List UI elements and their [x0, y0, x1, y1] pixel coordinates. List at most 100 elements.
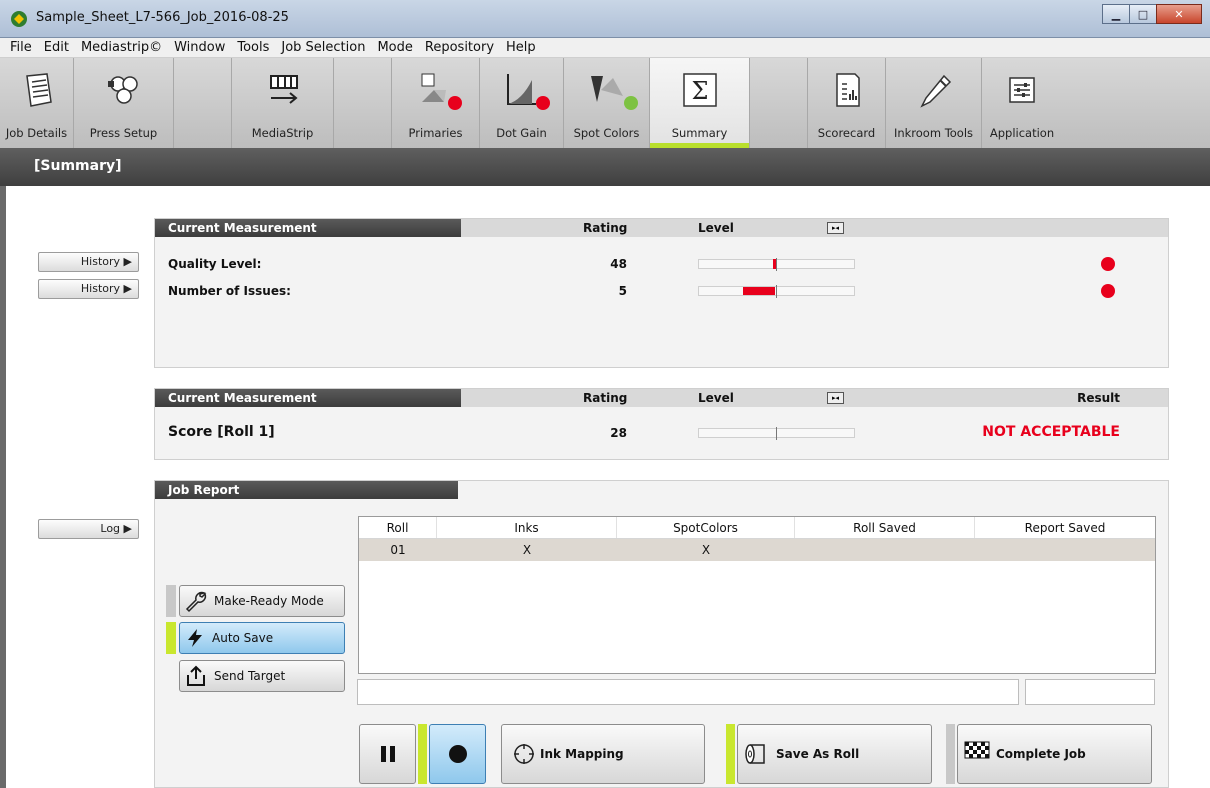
history-button-quality[interactable]: History ▶	[38, 252, 139, 272]
toolbar-inkroom-tools[interactable]: Inkroom Tools	[886, 58, 982, 148]
score-value: 28	[610, 426, 627, 440]
menu-repository[interactable]: Repository	[419, 40, 500, 55]
primaries-status-dot	[448, 96, 462, 110]
rating-header: Rating	[583, 221, 628, 235]
wrench-icon	[185, 591, 207, 613]
toolbar-dot-gain[interactable]: Dot Gain	[480, 58, 564, 148]
job-report-header: Job Report	[155, 481, 458, 499]
quality-level-meter	[698, 258, 855, 271]
table-header: Roll Inks SpotColors Roll Saved Report S…	[359, 517, 1155, 539]
press-rollers-icon	[107, 76, 138, 104]
minimize-button[interactable]: ▁	[1102, 4, 1130, 24]
left-border	[0, 186, 6, 788]
column-spotcolors[interactable]: SpotColors	[617, 517, 795, 538]
toolbar-spacer-2	[334, 58, 392, 148]
column-inks[interactable]: Inks	[437, 517, 617, 538]
menu-job-selection[interactable]: Job Selection	[275, 40, 371, 55]
complete-job-button[interactable]: Complete Job	[957, 724, 1152, 784]
record-icon	[448, 745, 467, 763]
menu-tools[interactable]: Tools	[231, 40, 275, 55]
mode-indicator-stripe	[166, 585, 176, 617]
level-header: Level	[698, 391, 734, 405]
level-header: Level	[698, 221, 734, 235]
toolbar-summary[interactable]: Σ Summary	[650, 58, 750, 148]
toolbar-scorecard[interactable]: Scorecard	[808, 58, 886, 148]
svg-text:Σ: Σ	[691, 77, 708, 105]
score-meter	[698, 427, 855, 440]
menu-mediastrip[interactable]: Mediastrip©	[75, 40, 168, 55]
dot-gain-status-dot	[536, 96, 550, 110]
current-measurement-panel: Current Measurement Rating Level ▸◂ Qual…	[154, 218, 1169, 368]
result-status: NOT ACCEPTABLE	[982, 424, 1120, 440]
ink-mapping-button[interactable]: Ink Mapping	[501, 724, 705, 784]
maximize-button[interactable]: □	[1129, 4, 1157, 24]
record-indicator-stripe	[418, 724, 427, 784]
section-title: [Summary]	[0, 148, 1210, 186]
toolbar: Job Details Press Setup MediaStrip Prima…	[0, 58, 1210, 148]
settings-sliders-icon	[1009, 77, 1035, 103]
menu-mode[interactable]: Mode	[371, 40, 418, 55]
scorecard-icon	[835, 73, 860, 107]
rating-header: Rating	[583, 391, 628, 405]
document-icon	[25, 73, 52, 107]
lightning-icon	[188, 629, 202, 647]
upload-icon	[187, 665, 205, 686]
score-panel: Current Measurement Rating Level ▸◂ Resu…	[154, 388, 1169, 460]
table-row[interactable]: 01 X X	[359, 539, 1155, 561]
score-label: Score [Roll 1]	[168, 424, 275, 440]
make-ready-mode-button[interactable]: Make-Ready Mode	[179, 585, 345, 617]
close-button[interactable]: ✕	[1156, 4, 1202, 24]
paper-roll-icon	[745, 744, 765, 764]
status-field-secondary	[1025, 679, 1155, 705]
log-button[interactable]: Log ▶	[38, 519, 139, 539]
score-row: Score [Roll 1] 28 NOT ACCEPTABLE	[155, 423, 1168, 443]
column-report-saved[interactable]: Report Saved	[975, 517, 1155, 538]
toolbar-spot-colors[interactable]: Spot Colors	[564, 58, 650, 148]
collapse-toggle-icon[interactable]: ▸◂	[827, 222, 844, 234]
job-report-table: Roll Inks SpotColors Roll Saved Report S…	[358, 516, 1156, 674]
menu-help[interactable]: Help	[500, 40, 542, 55]
toolbar-application[interactable]: Application	[982, 58, 1062, 148]
status-field	[357, 679, 1019, 705]
quality-status-dot	[1101, 257, 1115, 271]
menu-bar: File Edit Mediastrip© Window Tools Job S…	[0, 38, 1210, 58]
panel-header: Current Measurement	[155, 389, 461, 407]
history-button-issues[interactable]: History ▶	[38, 279, 139, 299]
pause-button[interactable]	[359, 724, 416, 784]
toolbar-primaries[interactable]: Primaries	[392, 58, 480, 148]
auto-save-indicator-stripe	[166, 622, 176, 654]
toolbar-job-details[interactable]: Job Details	[0, 58, 74, 148]
sigma-icon: Σ	[682, 73, 717, 107]
send-target-button[interactable]: Send Target	[179, 660, 345, 692]
menu-window[interactable]: Window	[168, 40, 231, 55]
toolbar-press-setup[interactable]: Press Setup	[74, 58, 174, 148]
issues-meter	[698, 285, 855, 298]
pipette-icon	[919, 74, 951, 108]
spot-colors-status-dot	[624, 96, 638, 110]
pause-icon	[380, 746, 395, 762]
column-roll-saved[interactable]: Roll Saved	[795, 517, 975, 538]
toolbar-spacer-1	[174, 58, 232, 148]
result-header: Result	[1077, 391, 1120, 405]
auto-save-button[interactable]: Auto Save	[179, 622, 345, 654]
panel-header: Current Measurement	[155, 219, 461, 237]
crosshair-icon	[514, 744, 534, 764]
save-roll-indicator-stripe	[726, 724, 735, 784]
complete-job-indicator-stripe	[946, 724, 955, 784]
quality-level-row: Quality Level: 48	[155, 254, 1168, 274]
app-logo-icon	[11, 11, 27, 27]
window-title: Sample_Sheet_L7-566_Job_2016-08-25	[36, 10, 289, 25]
title-bar: Sample_Sheet_L7-566_Job_2016-08-25 ▁ □ ✕	[0, 0, 1210, 38]
collapse-toggle-icon[interactable]: ▸◂	[827, 392, 844, 404]
save-as-roll-button[interactable]: Save As Roll	[737, 724, 932, 784]
menu-file[interactable]: File	[4, 40, 38, 55]
number-of-issues-row: Number of Issues: 5	[155, 281, 1168, 301]
record-button[interactable]	[429, 724, 486, 784]
mediastrip-icon	[269, 75, 298, 104]
column-roll[interactable]: Roll	[359, 517, 437, 538]
toolbar-spacer-3	[750, 58, 808, 148]
menu-edit[interactable]: Edit	[38, 40, 75, 55]
spot-colors-icon	[590, 76, 623, 102]
toolbar-mediastrip[interactable]: MediaStrip	[232, 58, 334, 148]
issues-status-dot	[1101, 284, 1115, 298]
